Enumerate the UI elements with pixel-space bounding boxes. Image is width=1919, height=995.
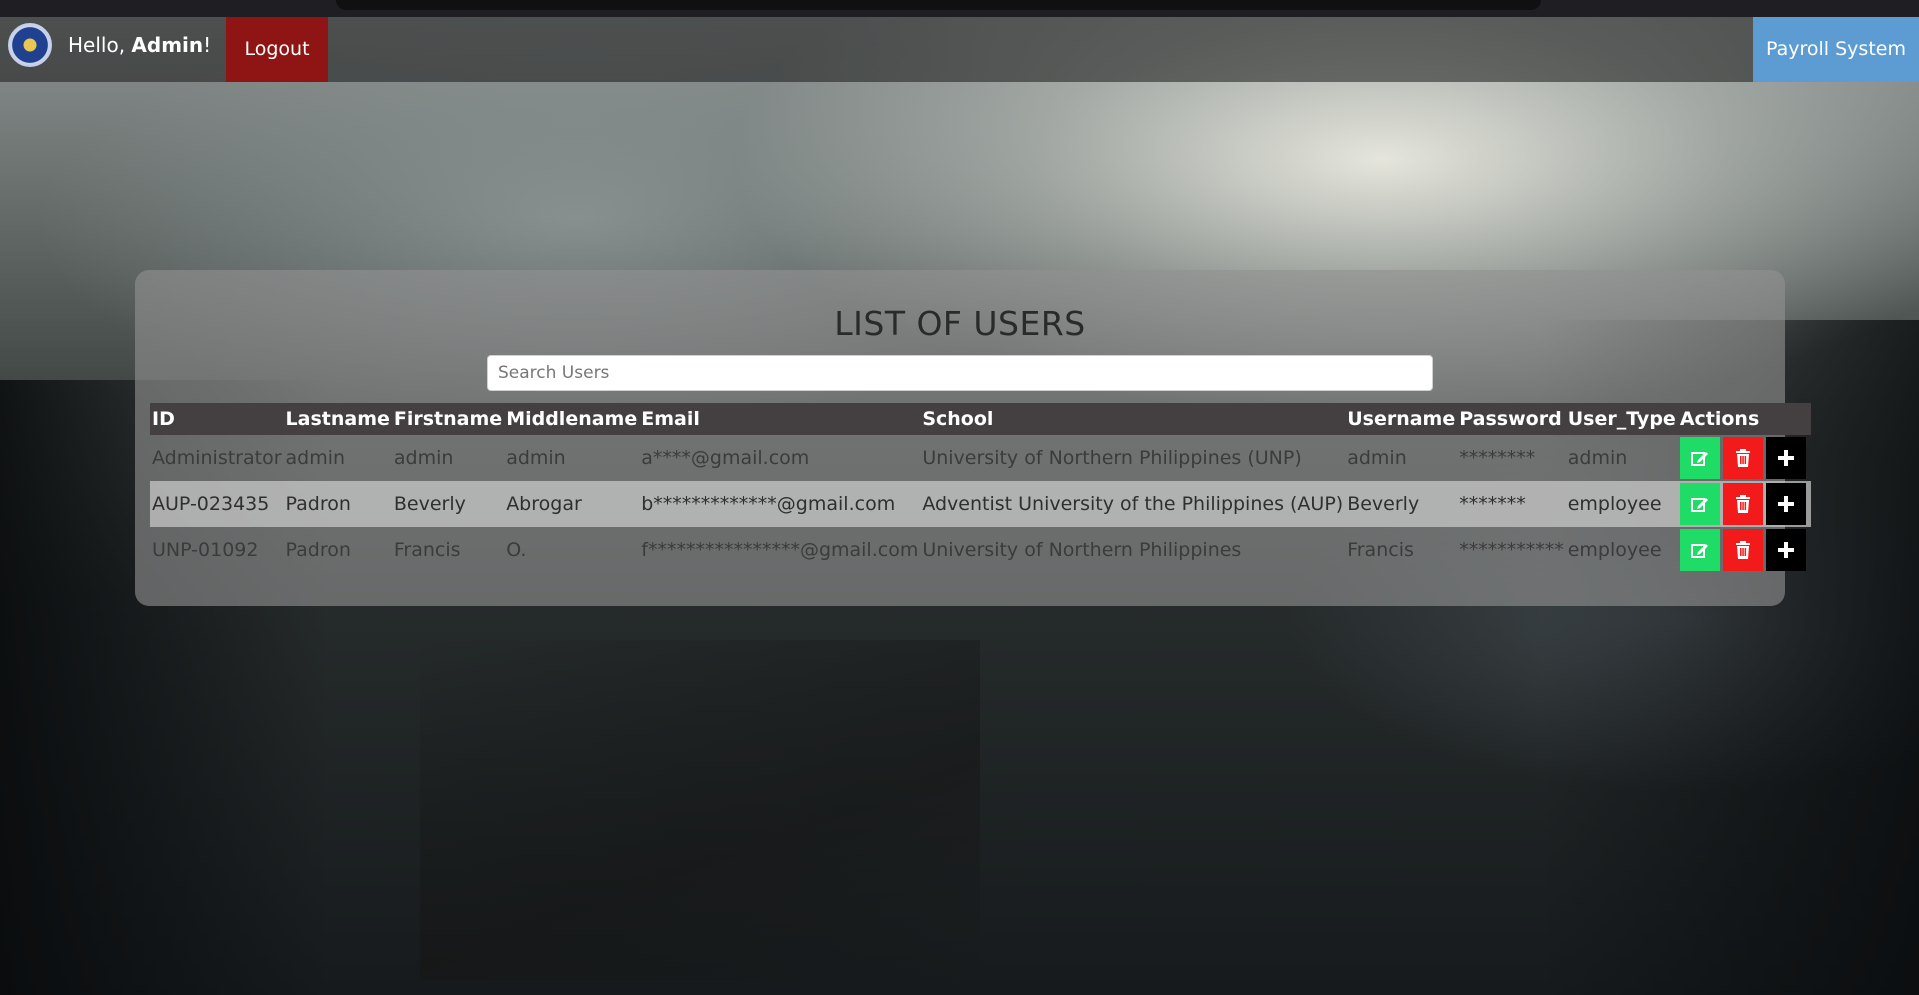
users-panel: LIST OF USERS ID Lastname Firstname Midd…: [135, 270, 1811, 606]
cell-password: *******: [1459, 493, 1526, 515]
plus-icon: [1777, 542, 1794, 558]
cell-school: University of Northern Philippines (UNP): [922, 447, 1302, 469]
cell-user-type: employee: [1567, 539, 1662, 561]
plus-icon: [1777, 496, 1794, 512]
edit-button[interactable]: [1679, 483, 1720, 525]
cell-email: b*************@gmail.com: [641, 493, 896, 515]
column-header-username: Username: [1347, 408, 1456, 430]
cell-email: a****@gmail.com: [641, 447, 810, 469]
column-header-id: ID: [152, 408, 175, 430]
column-header-email: Email: [641, 408, 700, 430]
column-header-user-type: User_Type: [1567, 408, 1676, 430]
table-row: Administrator admin admin admin a****@gm…: [150, 435, 1811, 481]
cell-password: ********: [1459, 447, 1536, 469]
payroll-system-button[interactable]: Payroll System: [1753, 17, 1919, 82]
edit-icon: [1690, 452, 1708, 466]
column-header-firstname: Firstname: [393, 408, 503, 430]
edit-button[interactable]: [1679, 437, 1720, 479]
edit-button[interactable]: [1679, 529, 1720, 571]
edit-icon: [1690, 498, 1708, 512]
delete-button[interactable]: [1722, 529, 1763, 571]
browser-chrome-strip: [0, 0, 1919, 17]
cell-lastname: Padron: [285, 493, 351, 515]
cell-email: f****************@gmail.com: [641, 539, 919, 561]
top-navbar: Hello, Admin! Logout Payroll System: [0, 17, 1919, 82]
add-button[interactable]: [1765, 483, 1806, 525]
cell-password: ***********: [1459, 539, 1564, 561]
trash-icon: [1735, 449, 1750, 467]
column-header-middlename: Middlename: [506, 408, 638, 430]
greeting-suffix: !: [203, 33, 212, 57]
table-row: UNP-01092 Padron Francis O. f***********…: [150, 527, 1811, 573]
cell-id: UNP-01092: [152, 539, 259, 561]
cell-firstname: Francis: [393, 539, 461, 561]
logout-button[interactable]: Logout: [226, 17, 328, 82]
greeting-prefix: Hello,: [68, 33, 132, 57]
column-header-school: School: [922, 408, 994, 430]
browser-address-bar: [336, 0, 1541, 10]
delete-button[interactable]: [1722, 483, 1763, 525]
cell-school: University of Northern Philippines: [922, 539, 1242, 561]
cell-user-type: employee: [1567, 493, 1662, 515]
column-header-password: Password: [1459, 408, 1562, 430]
column-header-lastname: Lastname: [285, 408, 390, 430]
cell-id: AUP-023435: [152, 493, 270, 515]
edit-icon: [1690, 544, 1708, 558]
cell-actions: [1678, 481, 1811, 527]
logo: [8, 23, 52, 67]
plus-icon: [1777, 450, 1794, 466]
cell-middlename: admin: [506, 447, 566, 469]
cell-firstname: admin: [393, 447, 454, 469]
trash-icon: [1735, 541, 1750, 559]
table-row: AUP-023435 Padron Beverly Abrogar b*****…: [150, 481, 1811, 527]
greeting-username: Admin: [131, 33, 204, 57]
add-button[interactable]: [1765, 529, 1806, 571]
cell-actions: [1678, 435, 1811, 481]
users-table: ID Lastname Firstname Middlename Email S…: [150, 403, 1811, 573]
column-header-actions: Actions: [1679, 408, 1760, 430]
cell-middlename: Abrogar: [506, 493, 582, 515]
cell-id: Administrator: [152, 447, 282, 469]
delete-button[interactable]: [1722, 437, 1763, 479]
page-title: LIST OF USERS: [834, 304, 1086, 343]
cell-username: admin: [1347, 447, 1407, 469]
search-input[interactable]: [487, 355, 1433, 391]
table-header-row: ID Lastname Firstname Middlename Email S…: [150, 403, 1811, 435]
cell-actions: [1678, 527, 1811, 573]
cell-username: Beverly: [1347, 493, 1420, 515]
cell-user-type: admin: [1567, 447, 1628, 469]
cell-lastname: Padron: [285, 539, 351, 561]
cell-firstname: Beverly: [393, 493, 466, 515]
greeting: Hello, Admin!: [68, 33, 211, 57]
add-button[interactable]: [1765, 437, 1806, 479]
trash-icon: [1735, 495, 1750, 513]
background-bridge: [420, 640, 980, 980]
cell-school: Adventist University of the Philippines …: [922, 493, 1344, 515]
cell-middlename: O.: [506, 539, 527, 561]
cell-username: Francis: [1347, 539, 1414, 561]
cell-lastname: admin: [285, 447, 346, 469]
